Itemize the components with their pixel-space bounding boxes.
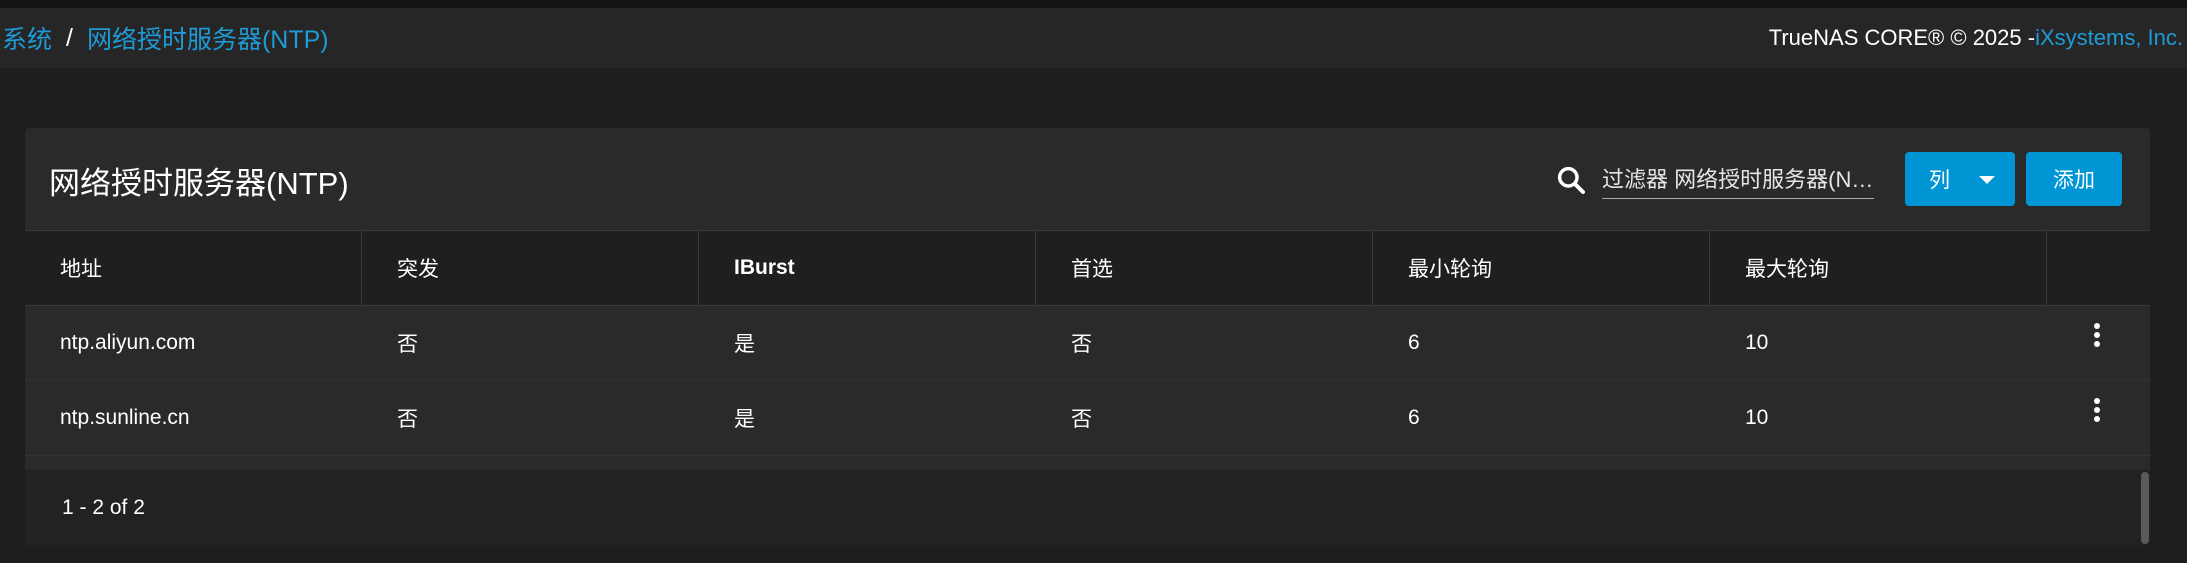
column-header-prefer[interactable]: 首选 [1036, 231, 1373, 305]
scrollbar[interactable] [2141, 472, 2149, 544]
cell-address: ntp.sunline.cn [60, 406, 190, 429]
breadcrumb: 系统 / 网络授时服务器(NTP) [2, 8, 329, 68]
cell-iburst: 是 [734, 333, 755, 356]
pagination-summary: 1 - 2 of 2 [62, 496, 145, 519]
card-title: 网络授时服务器(NTP) [49, 166, 349, 201]
table-footer: 1 - 2 of 2 [25, 470, 2150, 546]
cell-burst: 否 [397, 408, 418, 431]
cell-burst: 否 [397, 333, 418, 356]
more-vert-icon[interactable] [2091, 323, 2103, 353]
caret-down-icon [1979, 176, 1995, 184]
breadcrumb-system-link[interactable]: 系统 [2, 20, 52, 56]
ixsystems-link[interactable]: iXsystems, Inc. [2035, 25, 2183, 51]
columns-button-label: 列 [1929, 169, 1950, 192]
copyright-text: TrueNAS CORE® © 2025 - [1768, 25, 2036, 50]
columns-button[interactable]: 列 [1905, 152, 2015, 206]
table-row: ntp.sunline.cn 否 是 否 6 10 [25, 381, 2150, 456]
top-strip [0, 0, 2187, 8]
table-row: ntp.aliyun.com 否 是 否 6 10 [25, 306, 2150, 381]
cell-maxpoll: 10 [1745, 331, 1769, 354]
filter-input[interactable]: 过滤器 网络授时服务器(NT... [1602, 164, 1874, 199]
breadcrumb-separator: / [66, 23, 73, 52]
cell-prefer: 否 [1071, 333, 1092, 356]
ntp-servers-card: 网络授时服务器(NTP) 过滤器 网络授时服务器(NT... 列 添加 地址 突… [25, 128, 2150, 546]
cell-iburst: 是 [734, 408, 755, 431]
column-header-iburst[interactable]: IBurst [699, 231, 1036, 305]
column-header-minpoll[interactable]: 最小轮询 [1373, 231, 1710, 305]
cell-minpoll: 6 [1408, 406, 1420, 429]
column-header-burst[interactable]: 突发 [362, 231, 699, 305]
cell-minpoll: 6 [1408, 331, 1420, 354]
add-button[interactable]: 添加 [2026, 152, 2122, 206]
cell-address: ntp.aliyun.com [60, 331, 196, 354]
search-icon [1557, 166, 1585, 194]
copyright: TrueNAS CORE® © 2025 - iXsystems, Inc. [1769, 8, 2183, 68]
cell-maxpoll: 10 [1745, 406, 1769, 429]
breadcrumb-ntp-link[interactable]: 网络授时服务器(NTP) [87, 20, 329, 56]
cell-prefer: 否 [1071, 408, 1092, 431]
ntp-table: 地址 突发 IBurst 首选 最小轮询 最大轮询 ntp.aliyun.com… [25, 230, 2150, 456]
column-header-address[interactable]: 地址 [25, 231, 362, 305]
table-header: 地址 突发 IBurst 首选 最小轮询 最大轮询 [25, 230, 2150, 306]
column-header-maxpoll[interactable]: 最大轮询 [1710, 231, 2047, 305]
more-vert-icon[interactable] [2091, 398, 2103, 428]
